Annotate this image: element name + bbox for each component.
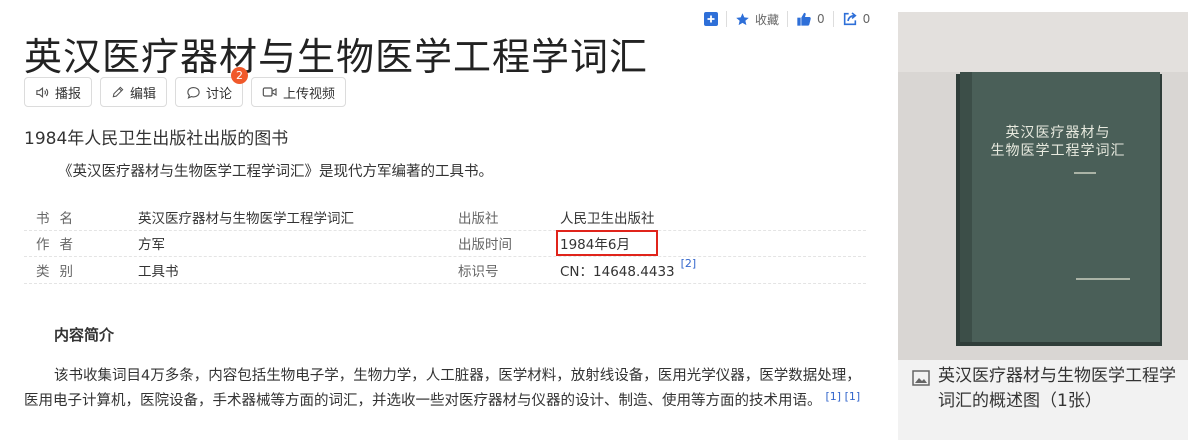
- picture-icon: [912, 370, 930, 386]
- favorite-label: 收藏: [755, 12, 780, 27]
- discuss-button[interactable]: 讨论 2: [175, 67, 249, 107]
- info-value-identifier-cell: CN：14648.4433 [2]: [560, 257, 866, 283]
- like-button[interactable]: 0: [788, 8, 833, 30]
- summary-picture-card[interactable]: 英汉医疗器材与 生物医学工程学词汇 英汉医疗器材与生物医学工程学词汇的概述图（1…: [898, 12, 1188, 440]
- info-value-book-name: 英汉医疗器材与生物医学工程学词汇: [138, 210, 354, 227]
- like-count: 0: [817, 12, 825, 26]
- book-cover-title-line2: 生物医学工程学词汇: [990, 143, 1126, 159]
- share-count: 0: [862, 12, 871, 26]
- info-key-publish-date: 出版时间: [458, 237, 512, 254]
- action-bar: 播报 编辑 讨论 2 上传视频: [24, 67, 354, 107]
- edit-button[interactable]: 编辑: [100, 77, 168, 107]
- section-title: 内容简介: [54, 326, 115, 344]
- page-title: 英汉医疗器材与生物医学工程学词汇: [24, 35, 649, 79]
- info-value-identifier: CN：14648.4433: [560, 263, 675, 280]
- info-key-category: 类别: [36, 263, 83, 280]
- content-paragraph-text: 该书收集词目4万多条，内容包括生物电子学，生物力学，人工脏器，医学材料，放射线设…: [24, 368, 861, 409]
- top-toolbar: 收藏 0 0: [696, 8, 878, 30]
- info-value-publish-date-cell: 1984年6月: [556, 230, 866, 257]
- info-value-publish-date: 1984年6月: [556, 230, 658, 257]
- share-icon: [843, 12, 857, 26]
- video-camera-icon: [262, 87, 277, 97]
- upload-video-button[interactable]: 上传视频: [251, 77, 347, 107]
- info-value-category: 工具书: [138, 263, 179, 280]
- edit-label: 编辑: [130, 86, 157, 102]
- info-value-publisher: 人民卫生出版社: [560, 210, 655, 227]
- reference-link[interactable]: [2]: [681, 257, 697, 270]
- basic-info-table: 书名 英汉医疗器材与生物医学工程学词汇 出版社 人民卫生出版社 作者 方军 出版…: [24, 204, 866, 284]
- reference-links[interactable]: [1] [1]: [826, 390, 861, 403]
- lemma-summary: 《英汉医疗器材与生物医学工程学词汇》是现代方军编著的工具书。: [58, 164, 493, 180]
- discuss-label: 讨论: [206, 86, 233, 102]
- plus-square-icon: [704, 12, 718, 26]
- chat-bubble-icon: [187, 86, 200, 99]
- broadcast-button[interactable]: 播报: [24, 77, 93, 107]
- discuss-count-badge: 2: [231, 67, 249, 84]
- speaker-icon: [36, 86, 49, 98]
- info-row: 类别 工具书 标识号 CN：14648.4433 [2]: [24, 257, 866, 284]
- book-cover-title-line1: 英汉医疗器材与: [1005, 125, 1111, 141]
- info-key-publisher: 出版社: [458, 210, 499, 227]
- add-to-list-button[interactable]: [696, 8, 726, 30]
- thumbs-up-icon: [797, 12, 811, 26]
- pencil-icon: [112, 86, 124, 98]
- star-icon: [736, 12, 749, 25]
- info-row: 作者 方军 出版时间 1984年6月: [24, 230, 866, 257]
- favorite-button[interactable]: 收藏: [727, 8, 787, 30]
- broadcast-label: 播报: [55, 86, 82, 102]
- page-subtitle: 1984年人民卫生出版社出版的图书: [24, 129, 289, 149]
- info-key-identifier: 标识号: [458, 263, 499, 280]
- share-button[interactable]: 0: [834, 8, 879, 30]
- album-caption[interactable]: 英汉医疗器材与生物医学工程学词汇的概述图（1张）: [912, 364, 1178, 414]
- book-cover-photo[interactable]: 英汉医疗器材与 生物医学工程学词汇: [898, 12, 1188, 360]
- upload-video-label: 上传视频: [283, 86, 336, 102]
- book-cover-image: [898, 12, 1188, 360]
- album-caption-text: 英汉医疗器材与生物医学工程学词汇的概述图（1张）: [938, 366, 1176, 411]
- info-key-author: 作者: [36, 237, 83, 254]
- info-key-book-name: 书名: [36, 210, 83, 227]
- content-paragraph: 该书收集词目4万多条，内容包括生物电子学，生物力学，人工脏器，医学材料，放射线设…: [24, 364, 866, 414]
- info-row: 书名 英汉医疗器材与生物医学工程学词汇 出版社 人民卫生出版社: [24, 204, 866, 231]
- info-value-author: 方军: [138, 237, 165, 254]
